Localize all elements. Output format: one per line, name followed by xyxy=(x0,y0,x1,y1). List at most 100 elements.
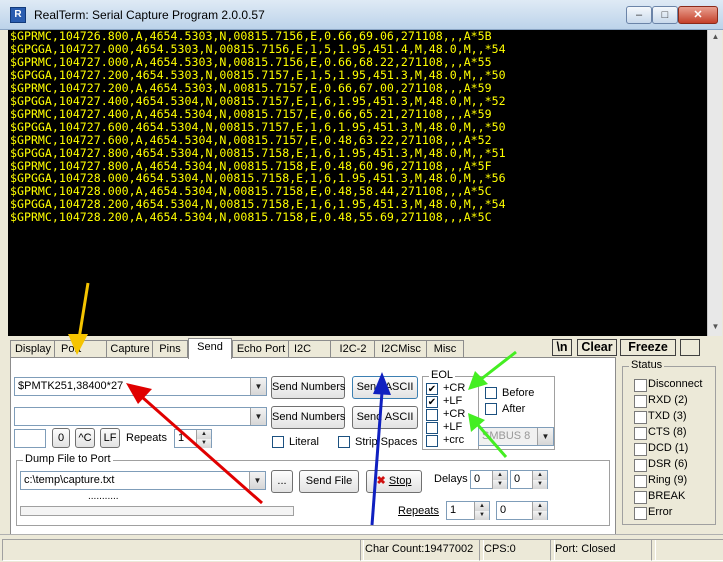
char-count-status: Char Count:19477002 xyxy=(360,539,484,561)
char-value-input[interactable] xyxy=(14,429,46,448)
terminal-line: $GPGGA,104727.400,4654.5304,N,00815.7157… xyxy=(10,93,506,108)
terminal-line: $GPRMC,104727.200,A,4654.5303,N,00815.71… xyxy=(10,80,492,95)
status-led-icon xyxy=(634,427,647,440)
dump-file-input[interactable]: c:\temp\capture.txt ▼ xyxy=(20,471,266,490)
terminal-line: $GPRMC,104726.800,A,4654.5303,N,00815.71… xyxy=(10,30,492,43)
spin-up-icon[interactable]: ▲ xyxy=(196,430,211,439)
dump-file-value: c:\temp\capture.txt xyxy=(24,474,115,486)
tab-i2cmisc[interactable]: I2CMisc xyxy=(374,340,428,358)
spin-up-icon[interactable]: ▲ xyxy=(474,502,489,511)
spin-up-icon[interactable]: ▲ xyxy=(532,471,547,480)
chevron-down-icon[interactable]: ▼ xyxy=(249,472,265,489)
terminal-output[interactable]: $GPRMC,104726.800,A,4654.5303,N,00815.71… xyxy=(8,30,707,336)
status-label: DSR (6) xyxy=(648,458,688,470)
statusbar-grip-cell xyxy=(651,539,723,561)
tab-echo-port[interactable]: Echo Port xyxy=(232,340,290,358)
app-icon: R xyxy=(10,7,26,23)
eol-lf-checkbox[interactable] xyxy=(426,422,438,434)
send-file-button[interactable]: Send File xyxy=(299,470,359,493)
scroll-down-arrow-icon[interactable]: ▼ xyxy=(710,322,721,334)
status-label: TXD (3) xyxy=(648,410,687,422)
literal-label: Literal xyxy=(289,436,319,448)
repeats-spinner[interactable]: 1 ▲ ▼ xyxy=(174,429,212,448)
send-numbers-button-2[interactable]: Send Numbers xyxy=(271,406,345,429)
send-ascii-button-2[interactable]: Send ASCII xyxy=(352,406,418,429)
status-indicator-error: Error xyxy=(634,506,714,520)
spin-down-icon[interactable]: ▼ xyxy=(492,480,507,489)
dump-repeats-spinner[interactable]: 1 ▲ ▼ xyxy=(446,501,490,520)
maximize-button[interactable]: □ xyxy=(652,6,678,24)
spin-up-icon[interactable]: ▲ xyxy=(532,502,547,511)
status-indicator-disconnect: Disconnect xyxy=(634,378,714,392)
stop-label: Stop xyxy=(388,475,412,487)
spin-down-icon[interactable]: ▼ xyxy=(532,480,547,489)
dump-repeats-2-spinner[interactable]: 0 ▲ ▼ xyxy=(496,501,548,520)
spin-down-icon[interactable]: ▼ xyxy=(474,511,489,520)
terminal-line: $GPGGA,104727.000,4654.5303,N,00815.7156… xyxy=(10,41,506,56)
chevron-down-icon[interactable]: ▼ xyxy=(250,378,266,395)
eol-checkbox-label: +crc xyxy=(443,434,465,446)
close-button[interactable]: ✕ xyxy=(678,6,718,24)
tab-capture[interactable]: Capture xyxy=(106,340,154,358)
tab-strip: Display Port Capture Pins Send Echo Port… xyxy=(10,338,540,359)
status-indicator-cts: CTS (8) xyxy=(634,426,714,440)
status-led-icon xyxy=(634,459,647,472)
status-indicator-rxd: RXD (2) xyxy=(634,394,714,408)
status-indicator-txd: TXD (3) xyxy=(634,410,714,424)
terminal-scrollbar[interactable]: ▲ ▼ xyxy=(707,30,722,336)
tab-display[interactable]: Display xyxy=(10,340,56,358)
dump-repeats-2-value: 0 xyxy=(500,504,507,516)
tab-misc[interactable]: Misc xyxy=(426,340,464,358)
chevron-down-icon[interactable]: ▼ xyxy=(250,408,266,425)
eol-lf-checkbox[interactable]: ✔ xyxy=(426,396,438,408)
browse-button[interactable]: ... xyxy=(271,470,293,493)
minimize-button[interactable]: – xyxy=(626,6,652,24)
status-led-icon xyxy=(634,507,647,520)
send-line-1-input[interactable]: $PMTK251,38400*27 ▼ xyxy=(14,377,267,396)
strip-spaces-label: Strip Spaces xyxy=(355,436,418,448)
strip-spaces-checkbox[interactable] xyxy=(338,436,350,448)
send-ascii-button-1[interactable]: Send ASCII xyxy=(352,376,418,399)
tab-pins[interactable]: Pins xyxy=(152,340,188,358)
repeats-value: 1 xyxy=(178,432,185,444)
eol-crc-checkbox[interactable] xyxy=(426,435,438,447)
delay-2-spinner[interactable]: 0 ▲ ▼ xyxy=(510,470,548,489)
tab-i2c-2[interactable]: I2C-2 xyxy=(330,340,376,358)
tab-send[interactable]: Send xyxy=(188,338,232,359)
spin-up-icon[interactable]: ▲ xyxy=(492,471,507,480)
title-bar[interactable]: R RealTerm: Serial Capture Program 2.0.0… xyxy=(0,0,723,30)
scroll-up-arrow-icon[interactable]: ▲ xyxy=(710,32,721,44)
eol-checkbox-label: +LF xyxy=(443,395,463,407)
before-checkbox[interactable] xyxy=(485,387,497,399)
send-lf-button[interactable]: LF xyxy=(100,428,120,448)
newline-toggle-button[interactable]: \n xyxy=(552,339,572,356)
chevron-down-icon[interactable]: ▼ xyxy=(537,428,553,445)
eol-cr-checkbox[interactable] xyxy=(426,409,438,421)
tab-port[interactable]: Port xyxy=(54,340,114,358)
statusbar-empty-cell xyxy=(2,539,364,561)
spin-down-icon[interactable]: ▼ xyxy=(196,439,211,448)
send-numbers-button-1[interactable]: Send Numbers xyxy=(271,376,345,399)
status-indicator-dcd: DCD (1) xyxy=(634,442,714,456)
smbus-select[interactable]: SMBUS 8 ▼ xyxy=(478,427,554,446)
terminal-line: $GPRMC,104728.200,A,4654.5304,N,00815.71… xyxy=(10,210,492,225)
extra-toggle-button[interactable] xyxy=(680,339,700,356)
send-line-2-input[interactable]: ▼ xyxy=(14,407,267,426)
spin-down-icon[interactable]: ▼ xyxy=(532,511,547,520)
delay-1-spinner[interactable]: 0 ▲ ▼ xyxy=(470,470,508,489)
clear-button[interactable]: Clear xyxy=(577,339,617,356)
send-ctrl-c-button[interactable]: ^C xyxy=(75,428,95,448)
eol-cr-checkbox[interactable]: ✔ xyxy=(426,383,438,395)
status-label: RXD (2) xyxy=(648,394,688,406)
after-checkbox[interactable] xyxy=(485,403,497,415)
dump-progress-text: ........... xyxy=(88,491,119,502)
status-label: CTS (8) xyxy=(648,426,687,438)
literal-checkbox[interactable] xyxy=(272,436,284,448)
stop-button[interactable]: ✖ Stop xyxy=(366,470,422,493)
freeze-button[interactable]: Freeze xyxy=(620,339,676,356)
status-led-icon xyxy=(634,411,647,424)
eol-checkbox-label: +CR xyxy=(443,408,466,420)
send-zero-button[interactable]: 0 xyxy=(52,428,70,448)
dump-repeats-label: Repeats xyxy=(398,505,439,517)
delays-label: Delays xyxy=(434,473,468,485)
